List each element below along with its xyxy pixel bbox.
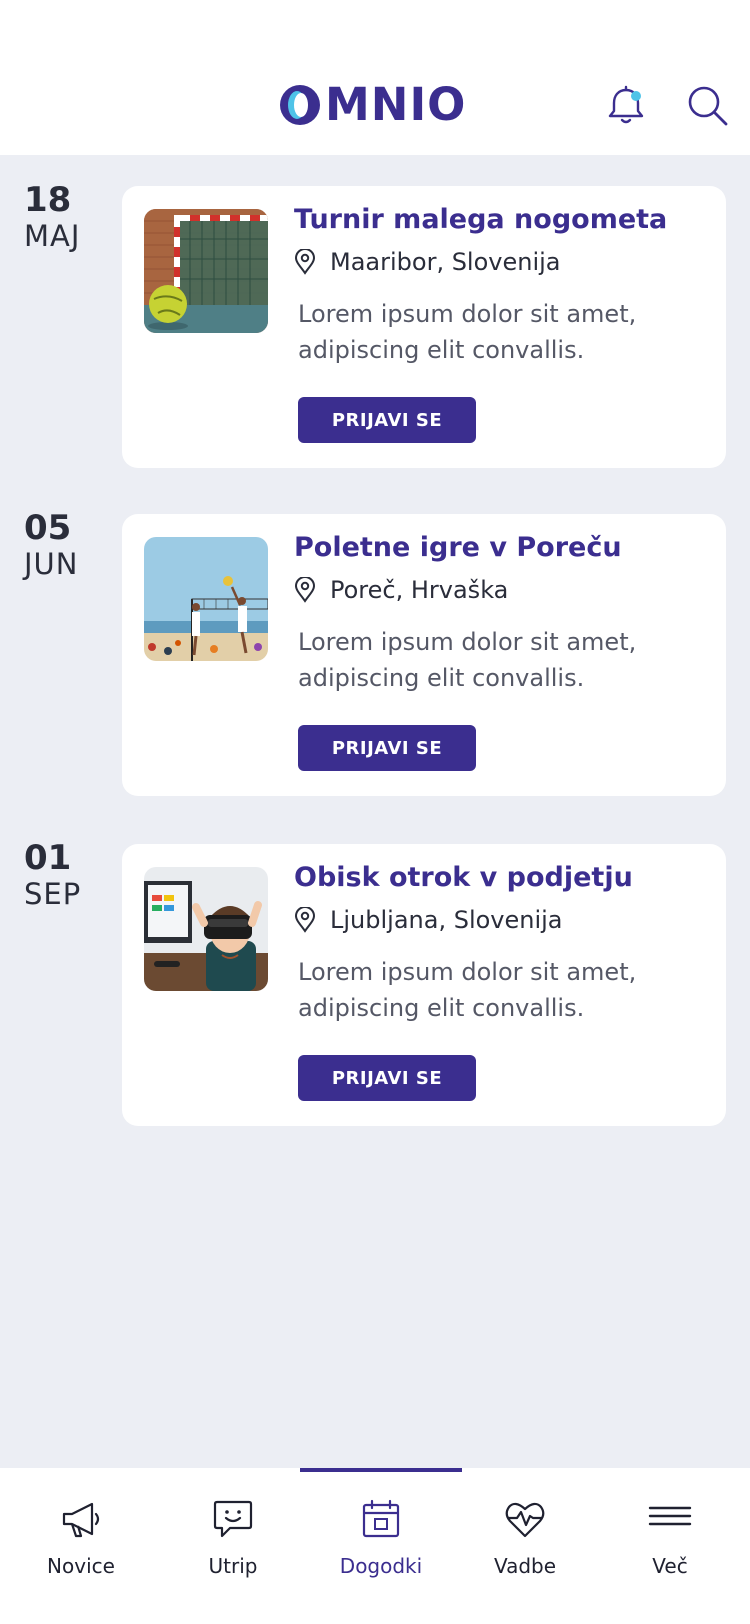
event-description: Lorem ipsum dolor sit amet, adipiscing e…	[298, 958, 637, 1022]
event-date: 18 MAJ	[24, 180, 114, 252]
megaphone-icon	[62, 1502, 100, 1538]
nav-label: Več	[652, 1554, 688, 1578]
event-image	[144, 209, 268, 333]
nav-item-vadbe[interactable]: Vadbe	[450, 1496, 600, 1596]
event-date: 05 JUN	[24, 508, 114, 580]
event-day: 05	[24, 508, 72, 548]
bell-icon[interactable]	[604, 84, 648, 128]
location-pin-icon	[294, 907, 316, 933]
nav-label: Novice	[47, 1554, 115, 1578]
logo-o-mark	[280, 85, 320, 125]
location-pin-icon	[294, 577, 316, 603]
event-month: MAJ	[24, 219, 81, 253]
search-icon[interactable]	[686, 84, 730, 128]
event-card[interactable]: Poletne igre v Poreču Poreč, Hrvaška Lor…	[122, 514, 726, 796]
app-header: MNIO	[0, 0, 750, 155]
active-tab-indicator	[300, 1468, 462, 1472]
register-button[interactable]: PRIJAVI SE	[298, 1055, 476, 1101]
event-title[interactable]: Turnir malega nogometa	[294, 202, 714, 238]
event-location: Poreč, Hrvaška	[294, 574, 508, 606]
event-month: SEP	[24, 877, 82, 911]
event-location-text: Maaribor, Slovenija	[330, 248, 561, 276]
chat-smile-icon	[213, 1500, 253, 1538]
calendar-icon	[362, 1499, 400, 1538]
nav-label: Vadbe	[493, 1554, 557, 1578]
event-date: 01 SEP	[24, 838, 114, 910]
event-location-text: Ljubljana, Slovenija	[330, 906, 563, 934]
event-location-text: Poreč, Hrvaška	[330, 576, 509, 604]
nav-item-utrip[interactable]: Utrip	[158, 1496, 308, 1596]
heartbeat-icon	[505, 1502, 545, 1538]
event-image	[144, 867, 268, 991]
nav-item-vec[interactable]: Več	[595, 1496, 745, 1596]
event-image	[144, 537, 268, 661]
event-location: Maaribor, Slovenija	[294, 246, 561, 278]
location-pin-icon	[294, 249, 316, 275]
logo-text: MNIO	[325, 78, 467, 131]
event-day: 18	[24, 180, 72, 220]
event-description: Lorem ipsum dolor sit amet, adipiscing e…	[298, 628, 637, 692]
nav-item-dogodki[interactable]: Dogodki	[306, 1496, 456, 1596]
event-card[interactable]: Obisk otrok v podjetju Ljubljana, Sloven…	[122, 844, 726, 1126]
omnio-logo: MNIO	[276, 82, 466, 128]
menu-icon	[648, 1506, 692, 1526]
event-title[interactable]: Obisk otrok v podjetju	[294, 860, 714, 896]
event-description: Lorem ipsum dolor sit amet, adipiscing e…	[298, 300, 637, 364]
register-button[interactable]: PRIJAVI SE	[298, 725, 476, 771]
event-title[interactable]: Poletne igre v Poreču	[294, 530, 714, 566]
event-day: 01	[24, 838, 72, 878]
event-card[interactable]: Turnir malega nogometa Maaribor, Sloveni…	[122, 186, 726, 468]
register-button[interactable]: PRIJAVI SE	[298, 397, 476, 443]
nav-label: Utrip	[208, 1554, 258, 1578]
event-location: Ljubljana, Slovenija	[294, 904, 563, 936]
event-month: JUN	[24, 547, 79, 581]
nav-label: Dogodki	[339, 1554, 423, 1578]
bottom-navigation: Novice Utrip Dogodki Vadbe Več	[0, 1468, 750, 1624]
nav-item-novice[interactable]: Novice	[6, 1496, 156, 1596]
